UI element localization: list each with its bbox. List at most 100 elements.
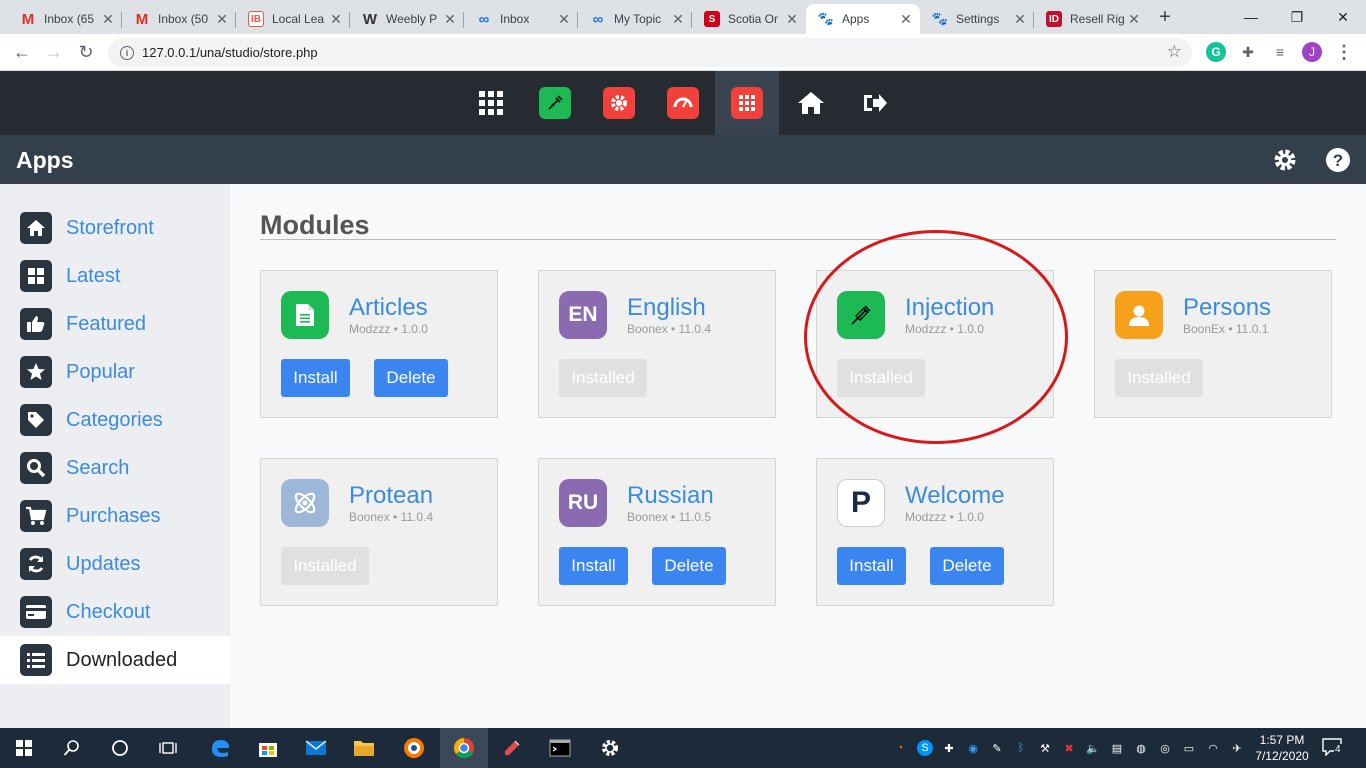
- bookmark-star-icon[interactable]: ☆: [1167, 42, 1182, 62]
- sidebar-item-label: Featured: [66, 312, 147, 335]
- cortana-icon[interactable]: [96, 728, 144, 768]
- close-icon[interactable]: ✕: [556, 11, 572, 28]
- browser-tab[interactable]: M Inbox (50 ✕: [122, 4, 236, 34]
- logout-icon[interactable]: [843, 71, 907, 135]
- settings-app-icon[interactable]: [587, 71, 651, 135]
- sidebar-item-downloaded[interactable]: Downloaded: [0, 636, 230, 684]
- system-clock[interactable]: 1:57 PM 7/12/2020: [1250, 732, 1314, 764]
- delete-button[interactable]: Delete: [374, 359, 448, 397]
- launcher-grid-icon[interactable]: [459, 71, 523, 135]
- injection-app-icon[interactable]: [523, 71, 587, 135]
- delete-button[interactable]: Delete: [930, 547, 1004, 585]
- back-button[interactable]: ←: [9, 39, 35, 65]
- windows-start-icon[interactable]: [0, 728, 48, 768]
- media-queue-icon[interactable]: ≡: [1270, 42, 1290, 62]
- skype-icon[interactable]: S: [917, 740, 933, 756]
- close-icon[interactable]: ✕: [784, 11, 800, 28]
- sidebar-item-purchases[interactable]: Purchases: [0, 492, 230, 540]
- battery-icon[interactable]: ▭: [1181, 740, 1197, 756]
- avast-browser-icon[interactable]: [390, 728, 438, 768]
- sidebar-item-search[interactable]: Search: [0, 444, 230, 492]
- minimize-button[interactable]: —: [1228, 0, 1274, 34]
- browser-tab[interactable]: IB Local Lea ✕: [236, 4, 350, 34]
- sidebar-item-featured[interactable]: Featured: [0, 300, 230, 348]
- sidebar-item-storefront[interactable]: Storefront: [0, 204, 230, 252]
- sidebar-item-popular[interactable]: Popular: [0, 348, 230, 396]
- file-explorer-icon[interactable]: [340, 728, 388, 768]
- sidebar-item-latest[interactable]: Latest: [0, 252, 230, 300]
- forward-button[interactable]: →: [41, 39, 67, 65]
- chrome-icon[interactable]: [440, 728, 488, 768]
- close-icon[interactable]: ✕: [1012, 11, 1028, 28]
- display-tray-icon[interactable]: ▤: [1109, 740, 1125, 756]
- globe-tray-icon[interactable]: ◍: [1133, 740, 1149, 756]
- module-name[interactable]: Injection: [905, 294, 994, 322]
- close-icon[interactable]: ✕: [328, 11, 344, 28]
- sidebar-item-categories[interactable]: Categories: [0, 396, 230, 444]
- restore-button[interactable]: ❐: [1274, 0, 1320, 34]
- tray-x-icon[interactable]: ✖: [1061, 740, 1077, 756]
- install-button[interactable]: Install: [559, 547, 628, 585]
- tab-label: My Topic: [614, 12, 662, 26]
- gear-icon[interactable]: [586, 728, 634, 768]
- notification-center-icon[interactable]: 4: [1322, 738, 1346, 758]
- edge-icon[interactable]: [196, 728, 244, 768]
- profile-avatar[interactable]: J: [1302, 42, 1322, 62]
- close-icon[interactable]: ✕: [442, 11, 458, 28]
- terminal-icon[interactable]: [536, 728, 584, 768]
- close-icon[interactable]: ✕: [670, 11, 686, 28]
- tag-icon: [20, 404, 52, 436]
- home-icon[interactable]: [779, 71, 843, 135]
- module-name[interactable]: English: [627, 294, 706, 322]
- mail-icon[interactable]: [292, 728, 340, 768]
- extensions-icon[interactable]: ✚: [1238, 42, 1258, 62]
- sidebar-item-updates[interactable]: Updates: [0, 540, 230, 588]
- apps-app-icon[interactable]: [715, 71, 779, 135]
- browser-tab[interactable]: ID Resell Rig ✕: [1034, 4, 1148, 34]
- chrome-tray-icon[interactable]: ◉: [965, 740, 981, 756]
- module-name[interactable]: Russian: [627, 482, 714, 510]
- module-name[interactable]: Persons: [1183, 294, 1271, 322]
- close-icon[interactable]: ✕: [214, 11, 230, 28]
- module-name[interactable]: Articles: [349, 294, 428, 322]
- airplane-icon[interactable]: ✈: [1229, 740, 1245, 756]
- address-bar[interactable]: i 127.0.0.1/una/studio/store.php ☆: [108, 38, 1192, 67]
- vpn-tray-icon[interactable]: ◎: [1157, 740, 1173, 756]
- browser-tab[interactable]: W Weebly P ✕: [350, 4, 464, 34]
- bluetooth-icon[interactable]: ᛒ: [1013, 740, 1029, 756]
- close-icon[interactable]: ✕: [898, 11, 914, 28]
- tool-tray-icon[interactable]: ⚒: [1037, 740, 1053, 756]
- browser-tab[interactable]: ∞ My Topic ✕: [578, 4, 692, 34]
- browser-tab[interactable]: 🐾 Settings ✕: [920, 4, 1034, 34]
- tray-app-icon[interactable]: ◔: [892, 740, 908, 756]
- network-shield-icon[interactable]: ✚: [941, 740, 957, 756]
- pencil-app-icon[interactable]: [488, 728, 536, 768]
- help-icon[interactable]: ?: [1325, 147, 1351, 173]
- search-icon[interactable]: [48, 728, 96, 768]
- install-button[interactable]: Install: [837, 547, 906, 585]
- close-icon[interactable]: ✕: [1126, 11, 1142, 28]
- module-name[interactable]: Welcome: [905, 482, 1005, 510]
- dashboard-app-icon[interactable]: [651, 71, 715, 135]
- task-view-icon[interactable]: [144, 728, 192, 768]
- install-button[interactable]: Install: [281, 359, 350, 397]
- window-close-button[interactable]: ✕: [1320, 0, 1366, 34]
- gear-icon[interactable]: [1272, 147, 1298, 173]
- grammarly-icon[interactable]: G: [1206, 42, 1226, 62]
- close-icon[interactable]: ✕: [100, 11, 116, 28]
- browser-tab[interactable]: S Scotia Or ✕: [692, 4, 806, 34]
- browser-tab[interactable]: M Inbox (65 ✕: [8, 4, 122, 34]
- store-icon[interactable]: [244, 728, 292, 768]
- sidebar-item-checkout[interactable]: Checkout: [0, 588, 230, 636]
- volume-icon[interactable]: 🔈: [1085, 740, 1101, 756]
- wifi-icon[interactable]: ◠: [1205, 740, 1221, 756]
- info-icon[interactable]: i: [120, 45, 134, 60]
- pen-tray-icon[interactable]: ✎: [989, 740, 1005, 756]
- new-tab-button[interactable]: +: [1154, 6, 1176, 28]
- delete-button[interactable]: Delete: [652, 547, 726, 585]
- module-name[interactable]: Protean: [349, 482, 433, 510]
- browser-tab-active[interactable]: 🐾 Apps ✕: [806, 4, 920, 34]
- reload-button[interactable]: ↻: [73, 39, 99, 65]
- browser-menu-icon[interactable]: ⋮: [1334, 42, 1354, 62]
- browser-tab[interactable]: ∞ Inbox ✕: [464, 4, 578, 34]
